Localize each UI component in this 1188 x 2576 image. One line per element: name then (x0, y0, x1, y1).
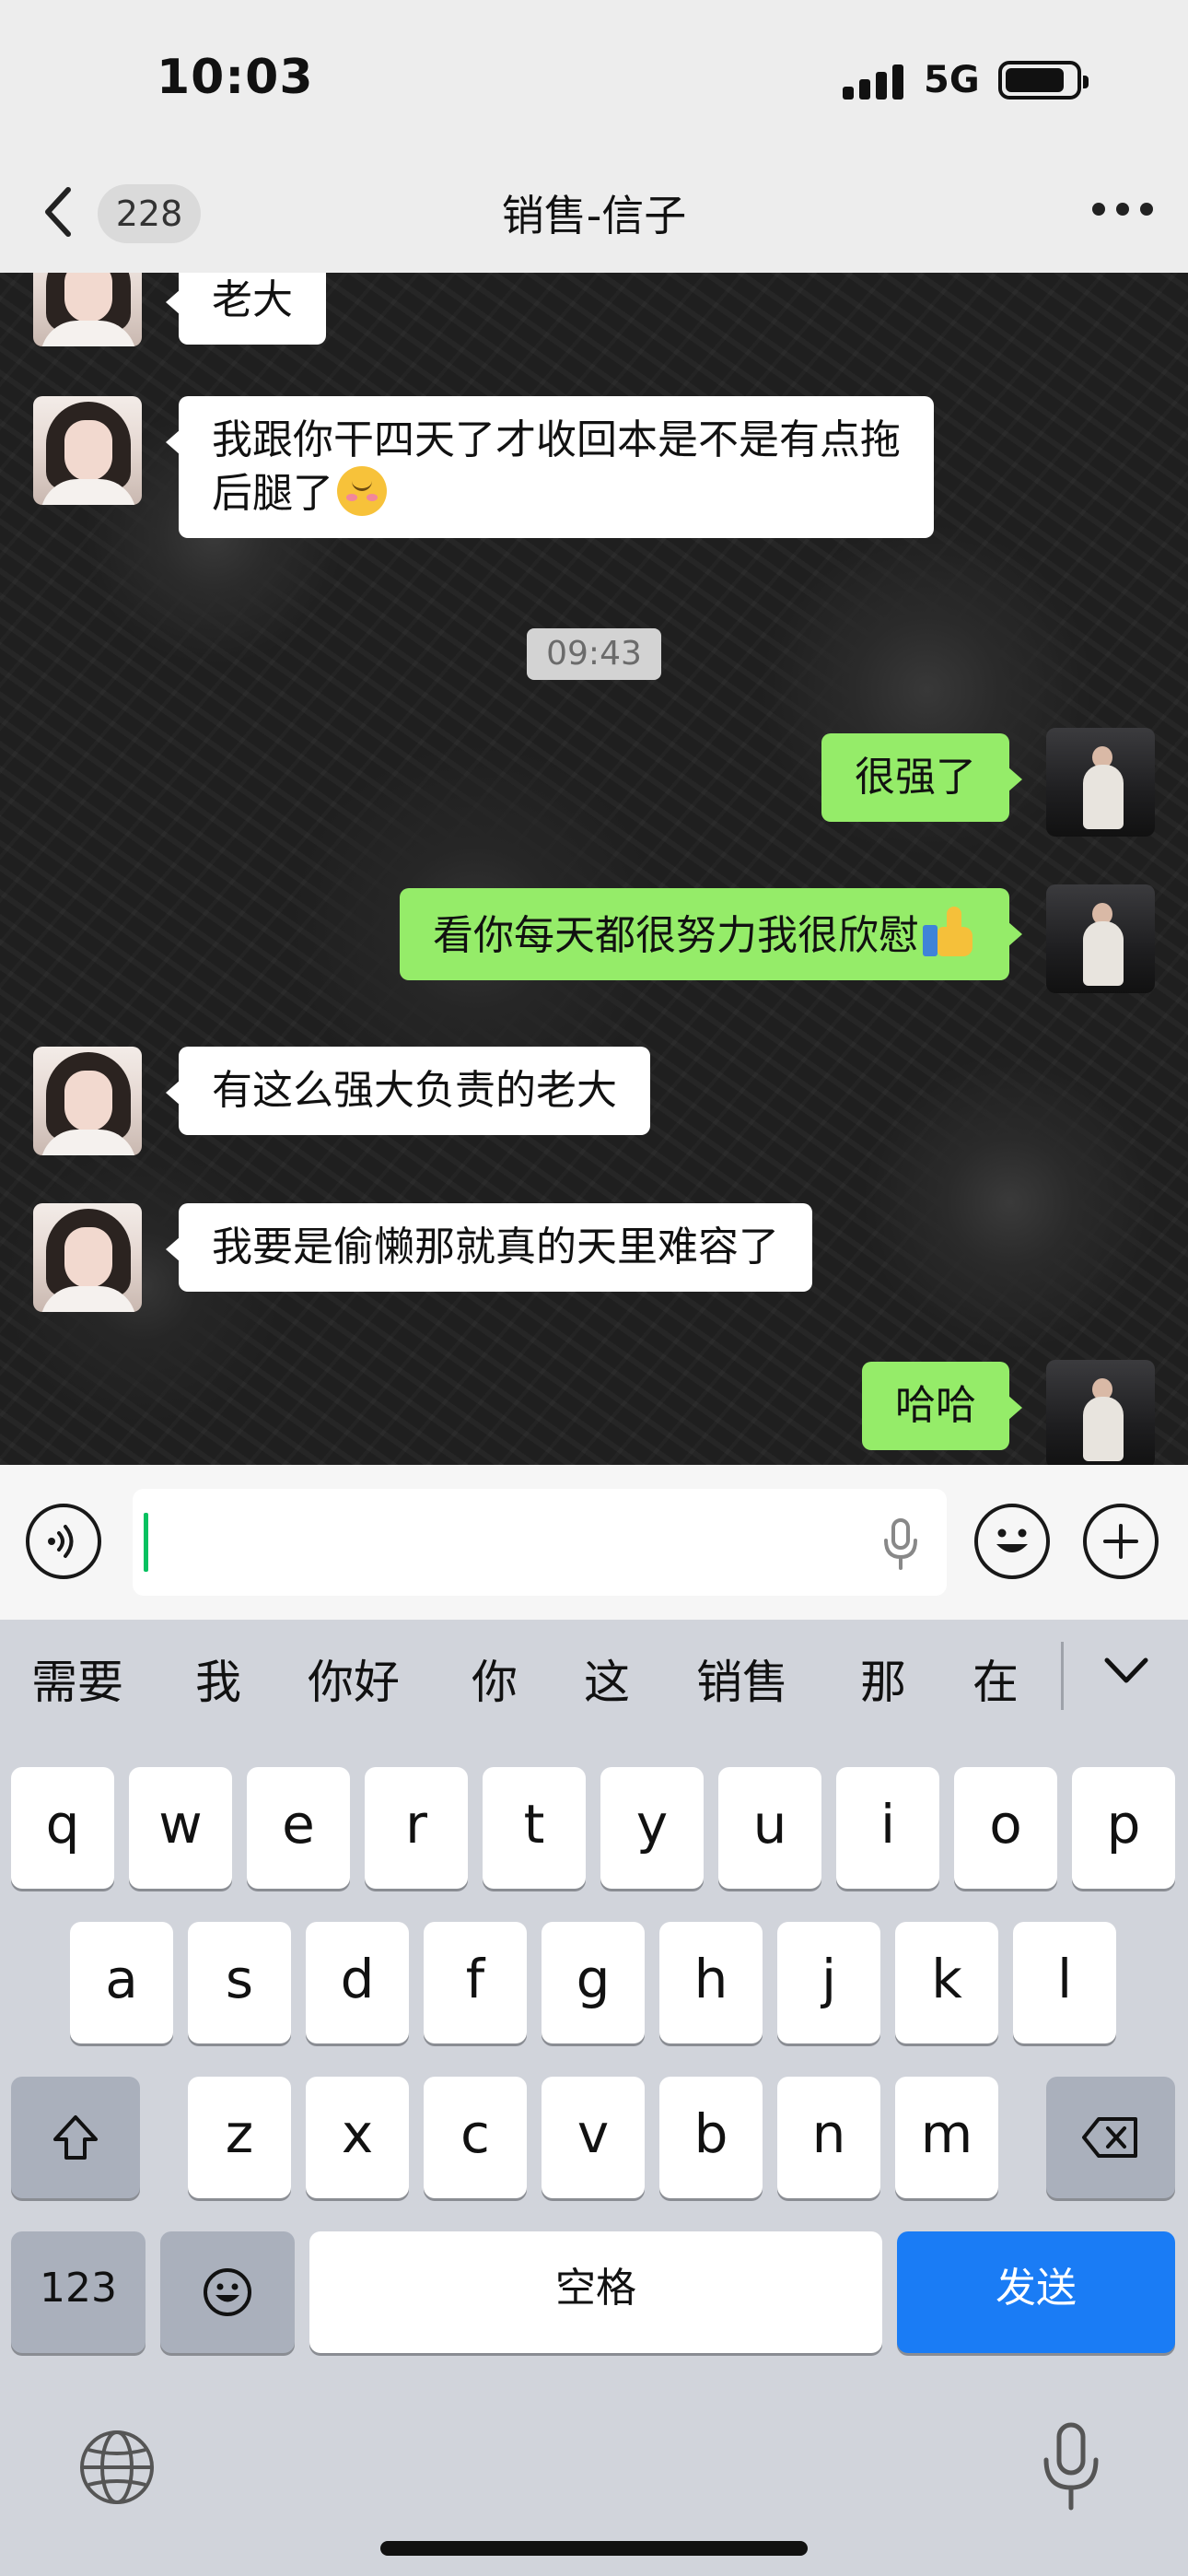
more-dots-icon[interactable] (1092, 201, 1153, 219)
key-o[interactable]: o (954, 1767, 1057, 1889)
status-time: 10:03 (157, 50, 314, 105)
message-text: 老大 (212, 276, 293, 323)
chevron-down-icon[interactable] (1101, 1653, 1151, 1690)
key-r[interactable]: r (365, 1767, 468, 1889)
key-v[interactable]: v (542, 2077, 645, 2198)
key-n[interactable]: n (777, 2077, 880, 2198)
key-i[interactable]: i (836, 1767, 939, 1889)
contact-avatar[interactable] (33, 1047, 142, 1155)
thumbs-up-emoji-icon (923, 907, 976, 958)
emoji-key[interactable] (160, 2231, 295, 2353)
key-f[interactable]: f (424, 1922, 527, 2043)
key-y[interactable]: y (600, 1767, 704, 1889)
candidate-word[interactable]: 这 (584, 1645, 630, 1712)
key-t[interactable]: t (483, 1767, 586, 1889)
mic-icon[interactable] (882, 1518, 919, 1570)
keyboard: 需要 我 你好 你 这 销售 那 在 q w e r t y u i o p a… (0, 1620, 1188, 2576)
candidate-word[interactable]: 那 (860, 1645, 906, 1712)
key-c[interactable]: c (424, 2077, 527, 2198)
key-e[interactable]: e (247, 1767, 350, 1889)
backspace-key[interactable] (1046, 2077, 1175, 2198)
self-avatar[interactable] (1046, 884, 1155, 993)
key-s[interactable]: s (188, 1922, 291, 2043)
message-bubble-incoming[interactable]: 我跟你干四天了才收回本是不是有点拖 后腿了 (166, 396, 934, 538)
send-key[interactable]: 发送 (897, 2231, 1175, 2353)
contact-avatar[interactable] (33, 273, 142, 346)
message-input[interactable] (133, 1489, 947, 1596)
message-text: 有这么强大负责的老大 (212, 1067, 617, 1114)
message-bubble-incoming[interactable]: 我要是偷懒那就真的天里难容了 (166, 1203, 812, 1292)
message-bubble-outgoing[interactable]: 看你每天都很努力我很欣慰 (400, 888, 1022, 980)
message-text: 后腿了 (212, 470, 333, 517)
contact-avatar[interactable] (33, 1203, 142, 1312)
home-indicator (380, 2541, 808, 2556)
key-h[interactable]: h (659, 1922, 763, 2043)
message-text: 看你每天都很努力我很欣慰 (433, 912, 919, 959)
self-avatar[interactable] (1046, 728, 1155, 837)
candidate-word[interactable]: 你好 (308, 1645, 400, 1712)
numbers-key[interactable]: 123 (11, 2231, 146, 2353)
status-bar: 10:03 5G (0, 0, 1188, 157)
emoji-keyboard-icon (204, 2267, 251, 2316)
message-bubble-outgoing[interactable]: 哈哈 (862, 1362, 1022, 1450)
key-j[interactable]: j (777, 1922, 880, 2043)
candidate-word[interactable]: 你 (472, 1645, 518, 1712)
key-z[interactable]: z (188, 2077, 291, 2198)
message-timestamp: 09:43 (527, 628, 661, 680)
shift-key[interactable] (11, 2077, 140, 2198)
key-m[interactable]: m (895, 2077, 998, 2198)
backspace-icon (1082, 2116, 1137, 2158)
self-avatar[interactable] (1046, 1360, 1155, 1465)
message-bubble-outgoing[interactable]: 很强了 (821, 733, 1022, 822)
message-list[interactable]: 老大 我跟你干四天了才收回本是不是有点拖 后腿了 09:43 很强了 看你每天都… (0, 273, 1188, 1465)
candidate-word[interactable]: 在 (973, 1645, 1019, 1712)
signal-icon (843, 64, 903, 100)
candidate-word[interactable]: 我 (195, 1645, 241, 1712)
key-x[interactable]: x (306, 2077, 409, 2198)
message-text: 哈哈 (895, 1382, 976, 1429)
key-k[interactable]: k (895, 1922, 998, 2043)
key-d[interactable]: d (306, 1922, 409, 2043)
voice-icon[interactable] (26, 1504, 101, 1579)
message-text: 我要是偷懒那就真的天里难容了 (212, 1224, 779, 1270)
candidate-word[interactable]: 需要 (31, 1645, 123, 1712)
chat-title: 销售-信子 (501, 191, 687, 240)
key-l[interactable]: l (1013, 1922, 1116, 2043)
key-b[interactable]: b (659, 2077, 763, 2198)
space-key[interactable]: 空格 (309, 2231, 882, 2353)
key-g[interactable]: g (542, 1922, 645, 2043)
candidate-bar: 需要 我 你好 你 这 销售 那 在 (0, 1620, 1188, 1721)
plus-icon[interactable] (1083, 1504, 1159, 1579)
emoji-icon[interactable] (974, 1504, 1050, 1579)
dictation-mic-icon[interactable] (1039, 2421, 1103, 2513)
key-a[interactable]: a (70, 1922, 173, 2043)
key-u[interactable]: u (718, 1767, 821, 1889)
battery-level (1006, 68, 1064, 92)
contact-avatar[interactable] (33, 396, 142, 505)
chat-header: 228 销售-信子 (0, 157, 1188, 273)
message-text: 很强了 (855, 754, 976, 801)
candidate-divider (1061, 1642, 1064, 1710)
candidate-word[interactable]: 销售 (696, 1645, 788, 1712)
input-bar (0, 1465, 1188, 1620)
globe-icon[interactable] (76, 2426, 158, 2509)
message-text: 我跟你干四天了才收回本是不是有点拖 (212, 416, 901, 463)
smiling-face-emoji-icon (337, 466, 387, 516)
text-caret (144, 1513, 148, 1572)
key-q[interactable]: q (11, 1767, 114, 1889)
shift-icon (53, 2114, 98, 2160)
message-bubble-incoming[interactable]: 老大 (166, 273, 326, 345)
network-type: 5G (924, 59, 980, 101)
message-bubble-incoming[interactable]: 有这么强大负责的老大 (166, 1047, 650, 1135)
key-w[interactable]: w (129, 1767, 232, 1889)
key-p[interactable]: p (1072, 1767, 1175, 1889)
battery-icon (998, 61, 1089, 100)
